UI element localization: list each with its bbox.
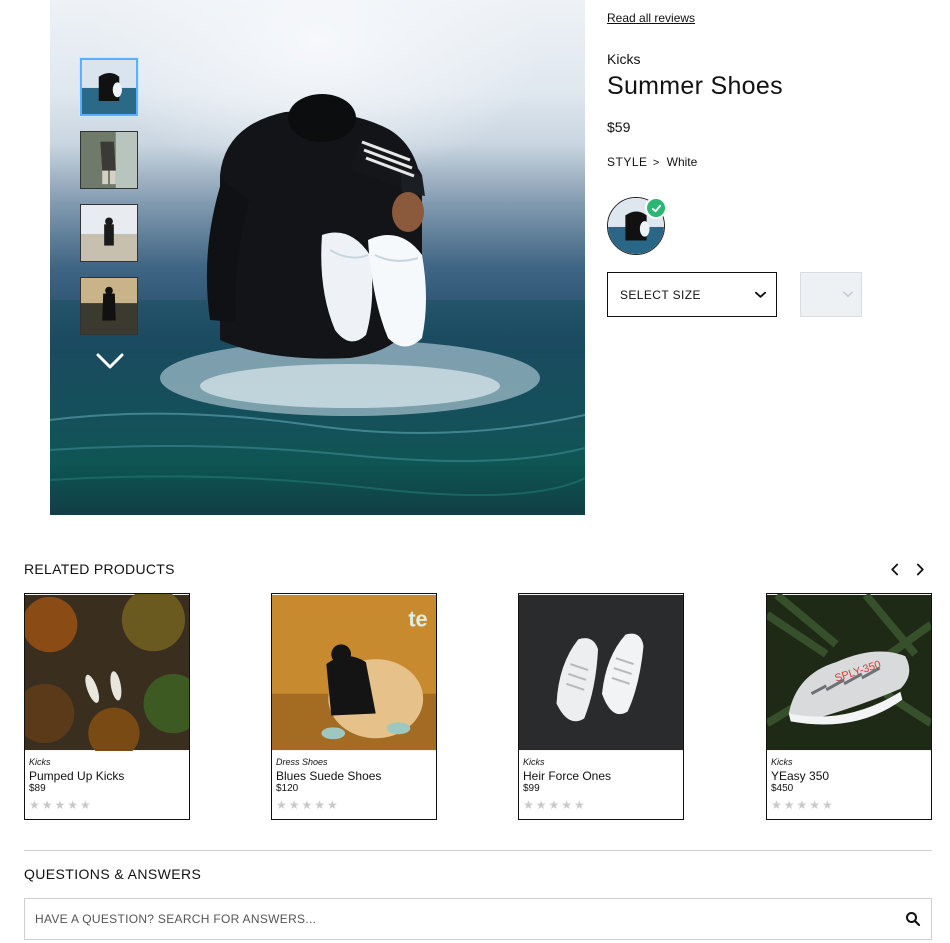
- checkmark-icon: [651, 204, 661, 212]
- related-product-category: Kicks: [523, 757, 545, 767]
- related-product-name: Blues Suede Shoes: [276, 769, 382, 783]
- thumbnail-photo: [81, 278, 137, 334]
- thumbnail-1[interactable]: [80, 58, 138, 116]
- star-rating: ★★★★★: [29, 798, 93, 812]
- related-product-card[interactable]: SPLY-350 Kicks YEasy 350 $450 ★★★★★: [766, 593, 932, 820]
- style-value: White: [666, 155, 698, 169]
- thumbnail-3[interactable]: [80, 204, 138, 262]
- product-price: $59: [607, 119, 631, 135]
- thumbnail-4[interactable]: [80, 277, 138, 335]
- related-product-category: Dress Shoes: [276, 757, 328, 767]
- related-product-name: Pumped Up Kicks: [29, 769, 125, 783]
- product-photo: [25, 594, 189, 751]
- related-product-image: [25, 594, 189, 751]
- related-product-price: $99: [523, 783, 540, 794]
- product-category: Kicks: [607, 51, 641, 67]
- chevron-right-icon: [916, 563, 924, 575]
- chevron-right-icon: >: [652, 157, 660, 169]
- related-product-name: Heir Force Ones: [523, 769, 612, 783]
- section-divider: [24, 850, 932, 851]
- thumbnail-photo: [81, 205, 137, 261]
- related-product-price: $450: [771, 783, 794, 794]
- related-product-card[interactable]: te Dress Shoes Blues Suede Shoes $120 ★★…: [271, 593, 437, 820]
- thumbnail-photo: [82, 60, 136, 114]
- selected-check-icon: [645, 197, 667, 219]
- read-all-reviews-link[interactable]: Read all reviews: [607, 11, 695, 25]
- qa-search-input[interactable]: [35, 912, 905, 926]
- size-select-label: SELECT SIZE: [620, 287, 701, 302]
- search-icon[interactable]: [905, 911, 921, 927]
- size-select[interactable]: SELECT SIZE: [607, 272, 777, 317]
- related-product-image: te: [272, 594, 436, 751]
- product-photo: [519, 594, 683, 751]
- star-rating: ★★★★★: [771, 798, 835, 812]
- product-photo: te: [272, 594, 436, 751]
- related-product-card[interactable]: Kicks Heir Force Ones $99 ★★★★★: [518, 593, 684, 820]
- related-product-category: Kicks: [29, 757, 51, 767]
- carousel-next-button[interactable]: [910, 559, 930, 579]
- related-product-name: YEasy 350: [771, 769, 830, 783]
- related-product-price: $89: [29, 783, 46, 794]
- related-product-image: [519, 594, 683, 751]
- chevron-down-icon: [755, 291, 766, 298]
- related-product-image: SPLY-350: [767, 594, 931, 751]
- quantity-select-disabled[interactable]: [800, 272, 862, 317]
- product-photo: SPLY-350: [767, 594, 931, 751]
- thumbnail-photo: [81, 132, 137, 188]
- related-products-heading: RELATED PRODUCTS: [24, 561, 175, 577]
- thumbnail-2[interactable]: [80, 131, 138, 189]
- carousel-prev-button[interactable]: [884, 559, 904, 579]
- thumbnail-scroll-down[interactable]: [95, 350, 125, 372]
- svg-text:te: te: [408, 607, 427, 632]
- product-title: Summer Shoes: [607, 72, 783, 100]
- style-label: STYLE: [607, 155, 648, 169]
- chevron-down-icon: [96, 353, 124, 369]
- related-product-category: Kicks: [771, 757, 793, 767]
- thumbnail-list: [80, 58, 140, 350]
- star-rating: ★★★★★: [523, 798, 587, 812]
- star-rating: ★★★★★: [276, 798, 340, 812]
- chevron-left-icon: [890, 563, 898, 575]
- questions-answers-heading: QUESTIONS & ANSWERS: [24, 866, 202, 882]
- related-product-card[interactable]: Kicks Pumped Up Kicks $89 ★★★★★: [24, 593, 190, 820]
- style-selector-label: STYLE > White: [607, 155, 697, 169]
- related-product-price: $120: [276, 783, 299, 794]
- qa-search-bar: [24, 898, 932, 940]
- chevron-down-icon: [843, 291, 853, 297]
